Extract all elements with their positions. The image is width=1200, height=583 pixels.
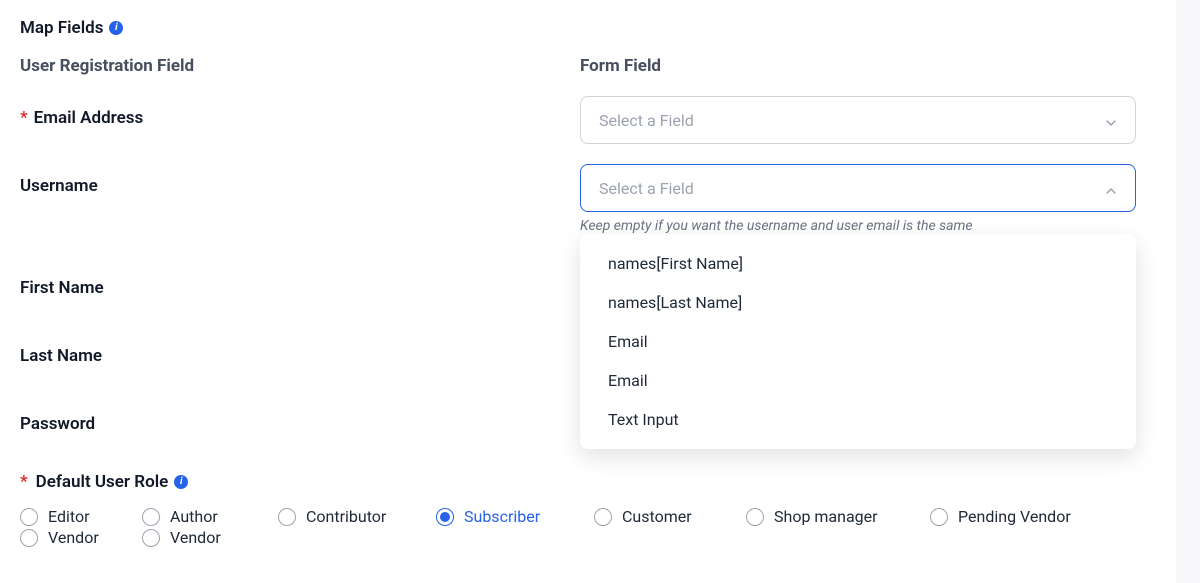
username-dropdown-panel: names[First Name] names[Last Name] Email… bbox=[580, 234, 1136, 449]
field-label-text: Password bbox=[20, 414, 95, 434]
role-option-editor[interactable]: Editor bbox=[20, 506, 142, 527]
required-star: * bbox=[20, 108, 28, 128]
field-label-last-name: Last Name bbox=[20, 346, 580, 366]
role-label: Pending Vendor bbox=[958, 507, 1071, 526]
chevron-up-icon bbox=[1105, 182, 1117, 194]
columns-header: User Registration Field Form Field bbox=[20, 56, 1156, 76]
role-label: Vendor bbox=[48, 528, 99, 547]
radio-icon bbox=[20, 529, 38, 547]
scrollbar-track bbox=[1176, 0, 1200, 583]
radio-icon-selected bbox=[436, 508, 454, 526]
select-email-field[interactable]: Select a Field bbox=[580, 96, 1136, 144]
dropdown-option[interactable]: Email bbox=[580, 361, 1136, 400]
role-title: * Default User Role i bbox=[20, 472, 1156, 492]
field-row-username: Username Select a Field Keep empty if yo… bbox=[20, 164, 1156, 234]
role-label: Vendor bbox=[170, 528, 221, 547]
role-option-vendor-2[interactable]: Vendor bbox=[142, 527, 278, 548]
role-option-subscriber[interactable]: Subscriber bbox=[436, 506, 594, 527]
radio-icon bbox=[20, 508, 38, 526]
radio-icon bbox=[594, 508, 612, 526]
dropdown-option[interactable]: Text Input bbox=[580, 400, 1136, 439]
section-title: Map Fields i bbox=[20, 18, 1156, 38]
select-placeholder: Select a Field bbox=[599, 111, 694, 130]
role-option-pending-vendor[interactable]: Pending Vendor bbox=[930, 506, 1156, 527]
col-header-left: User Registration Field bbox=[20, 56, 580, 76]
info-icon[interactable]: i bbox=[109, 21, 123, 35]
select-placeholder: Select a Field bbox=[599, 179, 694, 198]
radio-icon bbox=[142, 529, 160, 547]
field-label-first-name: First Name bbox=[20, 278, 580, 298]
role-label: Contributor bbox=[306, 507, 386, 526]
field-label-text: Email Address bbox=[34, 108, 144, 128]
info-icon[interactable]: i bbox=[174, 475, 188, 489]
section-title-text: Map Fields bbox=[20, 18, 103, 38]
field-row-email: * Email Address Select a Field bbox=[20, 96, 1156, 144]
radio-icon bbox=[278, 508, 296, 526]
field-label-text: First Name bbox=[20, 278, 104, 298]
role-option-contributor[interactable]: Contributor bbox=[278, 506, 436, 527]
chevron-down-icon bbox=[1105, 114, 1117, 126]
default-user-role-section: * Default User Role i Editor Author Cont… bbox=[20, 472, 1156, 548]
field-label-password: Password bbox=[20, 414, 580, 434]
col-header-right: Form Field bbox=[580, 56, 1156, 76]
role-label: Subscriber bbox=[464, 507, 540, 526]
field-label-text: Last Name bbox=[20, 346, 102, 366]
role-option-vendor[interactable]: Vendor bbox=[20, 527, 142, 548]
role-label: Shop manager bbox=[774, 507, 878, 526]
dropdown-option[interactable]: names[Last Name] bbox=[580, 283, 1136, 322]
field-label-username: Username bbox=[20, 164, 580, 196]
required-star: * bbox=[20, 472, 28, 492]
field-label-text: Username bbox=[20, 176, 98, 196]
role-label: Customer bbox=[622, 507, 692, 526]
role-title-text: Default User Role bbox=[36, 472, 169, 492]
radio-icon bbox=[930, 508, 948, 526]
radio-icon bbox=[142, 508, 160, 526]
field-label-email: * Email Address bbox=[20, 96, 580, 128]
role-option-author[interactable]: Author bbox=[142, 506, 278, 527]
role-option-customer[interactable]: Customer bbox=[594, 506, 746, 527]
dropdown-option[interactable]: Email bbox=[580, 322, 1136, 361]
role-option-shop-manager[interactable]: Shop manager bbox=[746, 506, 930, 527]
radio-icon bbox=[746, 508, 764, 526]
role-radio-group: Editor Author Contributor Subscriber Cus… bbox=[20, 506, 1156, 548]
username-hint: Keep empty if you want the username and … bbox=[580, 218, 1136, 234]
dropdown-option[interactable]: names[First Name] bbox=[580, 244, 1136, 283]
role-label: Editor bbox=[48, 507, 89, 526]
role-label: Author bbox=[170, 507, 218, 526]
select-username-field[interactable]: Select a Field bbox=[580, 164, 1136, 212]
